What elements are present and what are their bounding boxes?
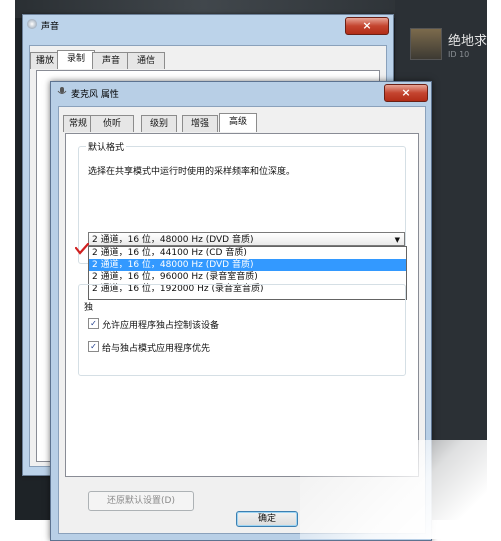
game-name: 绝地求 [448,34,488,49]
sound-close-button[interactable]: × [345,17,389,35]
give-priority-checkbox[interactable]: ✓ [88,341,99,352]
watermark-fade [300,440,501,539]
red-checkmark-annotation [74,242,90,255]
restore-defaults-button[interactable]: 还原默认设置(D) [88,491,194,511]
mic-close-button[interactable]: × [384,84,428,102]
exclusive-mode-label: 独 [84,300,94,313]
sample-rate-selected: 2 通道，16 位，48000 Hz (DVD 音质) [92,235,254,245]
allow-exclusive-label[interactable]: 允许应用程序独占控制该设备 [102,318,219,331]
tab-communications[interactable]: 通信 [127,52,165,69]
tab-levels[interactable]: 级别 [141,115,177,132]
sound-window-title: 声音 [41,22,60,32]
sample-rate-option[interactable]: 2 通道，16 位，96000 Hz (录音室音质) [89,271,406,283]
give-priority-label[interactable]: 给与独占模式应用程序优先 [102,341,210,354]
chevron-down-icon: ▼ [394,236,400,244]
microphone-icon [56,87,68,97]
sample-rate-option[interactable]: 2 通道，16 位，48000 Hz (DVD 音质) [89,259,406,271]
default-format-label: 默认格式 [86,140,127,153]
default-format-description: 选择在共享模式中运行时使用的采样频率和位深度。 [88,167,296,177]
mic-dialog-title: 麦克风 属性 [71,90,119,100]
speaker-icon [27,19,37,29]
tab-sounds[interactable]: 声音 [92,52,130,69]
ok-button[interactable]: 确定 [236,511,298,527]
sample-rate-option[interactable]: 2 通道，16 位，44100 Hz (CD 音质) [89,247,406,259]
tab-listen[interactable]: 侦听 [90,115,134,132]
allow-exclusive-checkbox[interactable]: ✓ [88,318,99,329]
tab-recording[interactable]: 录制 [57,50,95,69]
tab-enhancements[interactable]: 增强 [182,115,218,132]
tab-general[interactable]: 常规 [63,115,93,132]
game-avatar[interactable] [410,28,442,60]
sample-rate-dropdown[interactable]: 2 通道，16 位，48000 Hz (DVD 音质) ▼ [88,232,405,246]
game-id: ID 10 [448,50,470,59]
tab-playback[interactable]: 播放 [30,52,60,69]
advanced-tab-panel: 默认格式 选择在共享模式中运行时使用的采样频率和位深度。 2 通道，16 位，4… [65,133,419,511]
tab-advanced[interactable]: 高级 [219,113,257,132]
